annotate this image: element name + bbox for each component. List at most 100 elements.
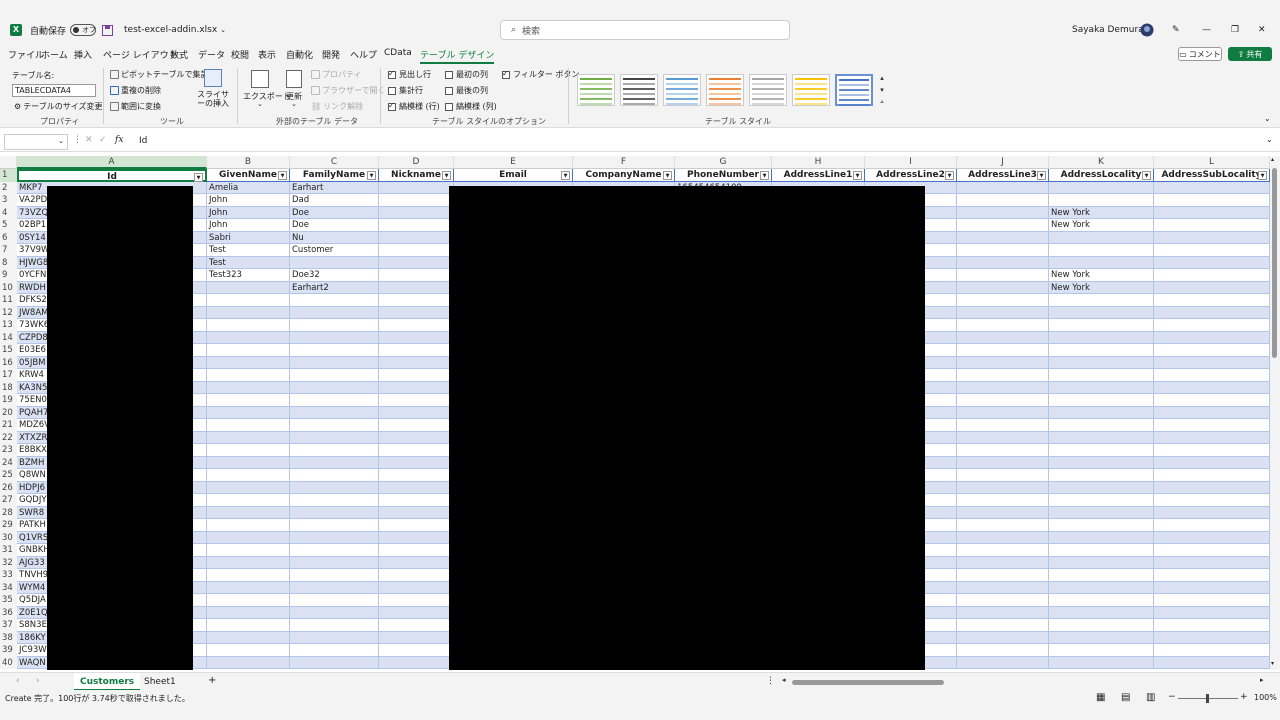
prev-sheet-icon[interactable]: ‹ (16, 676, 20, 686)
table-cell[interactable] (290, 456, 379, 469)
row-header[interactable]: 27 (0, 494, 17, 507)
table-cell[interactable] (1049, 419, 1154, 432)
row-header[interactable]: 31 (0, 544, 17, 557)
export-button[interactable]: エクスポート (243, 91, 291, 102)
table-cell[interactable] (379, 631, 454, 644)
table-cell[interactable] (379, 456, 454, 469)
table-cell[interactable] (379, 206, 454, 219)
table-cell[interactable] (290, 556, 379, 569)
table-cell[interactable] (1154, 431, 1270, 444)
table-cell[interactable]: New York (1049, 269, 1154, 282)
table-cell[interactable] (290, 306, 379, 319)
table-cell[interactable] (957, 631, 1049, 644)
table-header-cell[interactable]: Email ▼ (454, 169, 573, 182)
function-icon[interactable]: fx (115, 135, 123, 145)
tab-page-layout[interactable]: ページ レイアウト (103, 48, 178, 61)
table-cell[interactable] (1049, 506, 1154, 519)
table-cell[interactable] (1154, 394, 1270, 407)
row-header[interactable]: 39 (0, 644, 17, 657)
pivot-button[interactable]: ピボットテーブルで集計 (110, 69, 209, 80)
tab-developer[interactable]: 開発 (322, 48, 340, 61)
table-cell[interactable] (207, 456, 290, 469)
table-cell[interactable] (379, 494, 454, 507)
table-cell[interactable] (207, 369, 290, 382)
table-cell[interactable]: John (207, 219, 290, 232)
table-cell[interactable] (379, 606, 454, 619)
filter-dropdown-icon[interactable]: ▼ (367, 171, 376, 180)
table-cell[interactable] (957, 281, 1049, 294)
table-header-cell[interactable]: GivenName ▼ (207, 169, 290, 182)
table-cell[interactable] (207, 319, 290, 332)
table-cell[interactable] (379, 469, 454, 482)
table-cell[interactable] (379, 444, 454, 457)
spreadsheet-grid[interactable]: A B C D E F G H I J K L 1 Id ▼ GivenName ▼ FamilyName ▼ Nic… (0, 156, 1270, 670)
gallery-scroll[interactable]: ▴ ▾ ⩡ (878, 72, 886, 108)
row-header[interactable]: 22 (0, 431, 17, 444)
name-box[interactable]: ⌄ (4, 134, 68, 150)
table-cell[interactable] (1049, 556, 1154, 569)
table-cell[interactable] (1049, 531, 1154, 544)
scroll-down-icon[interactable]: ▾ (1271, 660, 1274, 667)
chevron-down-icon[interactable]: ⌄ (1266, 135, 1273, 144)
zoom-in-icon[interactable]: + (1240, 692, 1248, 702)
table-cell[interactable] (1049, 369, 1154, 382)
row-header[interactable]: 17 (0, 369, 17, 382)
table-cell[interactable] (290, 544, 379, 557)
table-cell[interactable] (379, 256, 454, 269)
table-cell[interactable] (379, 281, 454, 294)
table-cell[interactable] (1154, 631, 1270, 644)
row-header[interactable]: 10 (0, 281, 17, 294)
table-cell[interactable] (1049, 256, 1154, 269)
table-cell[interactable] (957, 531, 1049, 544)
table-cell[interactable]: New York (1049, 206, 1154, 219)
table-cell[interactable] (290, 644, 379, 657)
row-header[interactable]: 30 (0, 531, 17, 544)
table-header-cell[interactable]: AddressLine3 ▼ (957, 169, 1049, 182)
column-header[interactable]: H (772, 156, 865, 169)
table-cell[interactable] (379, 406, 454, 419)
table-cell[interactable] (290, 631, 379, 644)
row-header[interactable]: 15 (0, 344, 17, 357)
table-cell[interactable] (1154, 456, 1270, 469)
table-cell[interactable] (1049, 181, 1154, 194)
table-cell[interactable] (207, 556, 290, 569)
column-header[interactable]: C (290, 156, 379, 169)
table-cell[interactable] (957, 219, 1049, 232)
table-cell[interactable] (1049, 519, 1154, 532)
confirm-icon[interactable]: ✓ (99, 135, 107, 145)
table-cell[interactable]: Test (207, 244, 290, 257)
table-cell[interactable] (1154, 244, 1270, 257)
row-header[interactable]: 9 (0, 269, 17, 282)
close-icon[interactable]: ✕ (1258, 22, 1266, 38)
table-cell[interactable] (379, 369, 454, 382)
vertical-scrollbar[interactable]: ▴ ▾ (1270, 156, 1280, 670)
resize-table-button[interactable]: ⚙ テーブルのサイズ変更 (14, 101, 102, 112)
table-cell[interactable] (207, 644, 290, 657)
table-cell[interactable] (379, 519, 454, 532)
table-cell[interactable] (379, 294, 454, 307)
table-cell[interactable]: Earhart2 (290, 281, 379, 294)
row-header[interactable]: 36 (0, 606, 17, 619)
table-cell[interactable] (957, 231, 1049, 244)
table-cell[interactable] (207, 519, 290, 532)
table-cell[interactable] (379, 531, 454, 544)
table-style-thumbnail[interactable] (749, 74, 787, 106)
table-cell[interactable] (957, 556, 1049, 569)
filter-dropdown-icon[interactable]: ▼ (663, 171, 672, 180)
table-cell[interactable] (1049, 394, 1154, 407)
table-cell[interactable] (1049, 581, 1154, 594)
table-cell[interactable] (290, 656, 379, 669)
next-sheet-icon[interactable]: › (36, 676, 40, 686)
table-cell[interactable] (290, 481, 379, 494)
sheet-tab-customers[interactable]: Customers (74, 673, 141, 691)
row-header[interactable]: 40 (0, 656, 17, 669)
table-cell[interactable] (1049, 481, 1154, 494)
table-cell[interactable] (290, 469, 379, 482)
table-cell[interactable] (1049, 306, 1154, 319)
row-header[interactable]: 19 (0, 394, 17, 407)
table-cell[interactable]: New York (1049, 219, 1154, 232)
table-cell[interactable] (1154, 506, 1270, 519)
table-cell[interactable] (290, 581, 379, 594)
zoom-level[interactable]: 100% (1254, 693, 1277, 702)
table-cell[interactable]: New York (1049, 281, 1154, 294)
